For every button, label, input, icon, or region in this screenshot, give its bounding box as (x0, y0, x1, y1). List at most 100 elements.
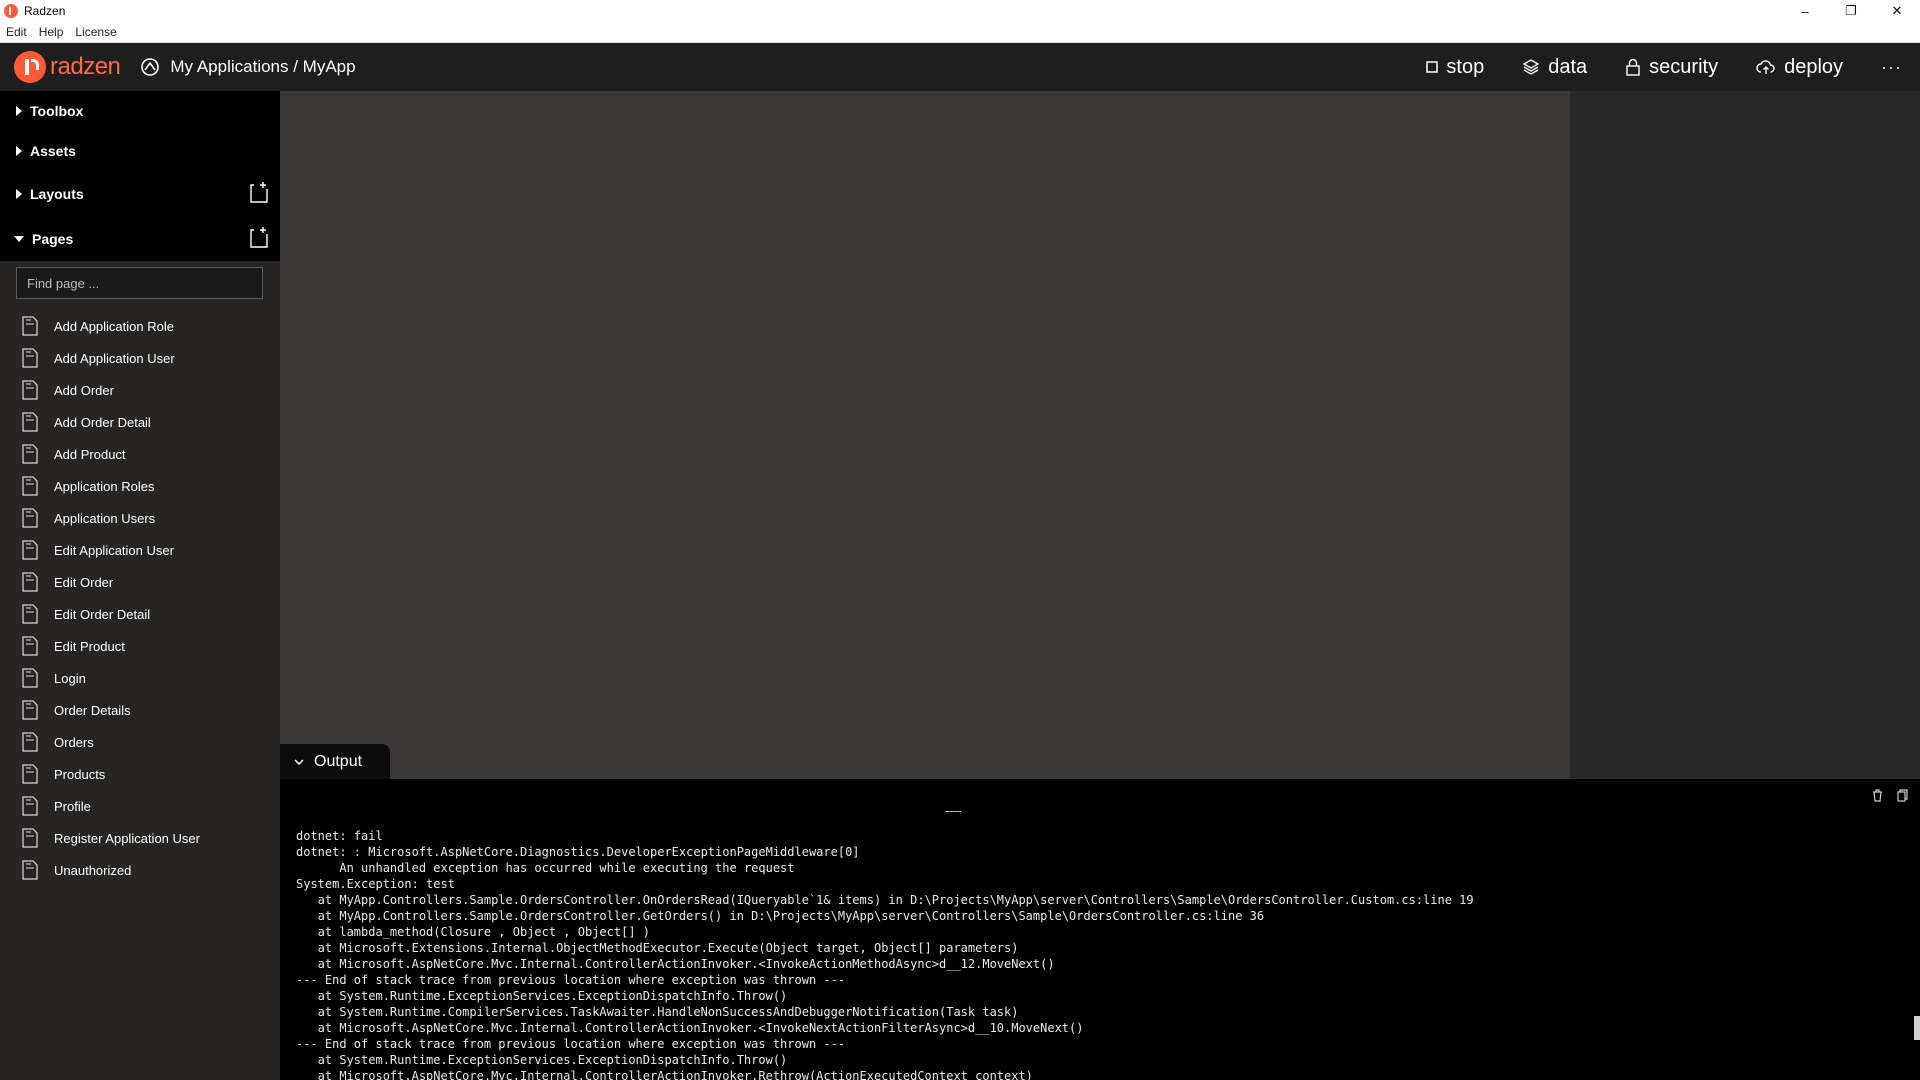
page-list-item[interactable]: Edit Application User (0, 534, 280, 566)
assets-label: Assets (30, 143, 76, 159)
page-list-item-label: Login (54, 670, 86, 686)
close-button[interactable]: ✕ (1874, 0, 1920, 22)
log-line: at Microsoft.Extensions.Internal.ObjectM… (296, 941, 1019, 955)
page-list-item[interactable]: Orders (0, 726, 280, 758)
layouts-label: Layouts (30, 186, 84, 202)
data-button[interactable]: data (1522, 56, 1587, 79)
stop-icon (1426, 61, 1439, 73)
log-line: --- End of stack trace from previous loc… (296, 973, 846, 987)
page-document-icon (22, 860, 38, 880)
header-actions: stop data security deploy ··· (1388, 43, 1902, 91)
page-list-item-label: Add Application Role (54, 318, 174, 334)
output-scrollbar[interactable] (1914, 1016, 1920, 1040)
design-canvas[interactable] (280, 91, 1570, 779)
caret-right-icon (16, 146, 22, 156)
breadcrumb-text: My Applications / MyApp (170, 57, 356, 76)
page-document-icon (22, 316, 38, 336)
lock-icon (1626, 58, 1640, 76)
properties-panel (1570, 91, 1920, 779)
page-list-item-label: Application Roles (54, 478, 155, 494)
page-document-icon (22, 572, 38, 592)
page-list-item[interactable]: Order Details (0, 694, 280, 726)
page-list-item-label: Profile (54, 798, 91, 814)
page-document-icon (22, 764, 38, 784)
menu-license[interactable]: License (75, 25, 116, 39)
logo-text: radzen (50, 53, 121, 80)
log-line: at Microsoft.AspNetCore.Mvc.Internal.Con… (296, 1021, 1084, 1035)
deploy-button[interactable]: deploy (1756, 56, 1843, 79)
page-list-item[interactable]: Edit Product (0, 630, 280, 662)
cloud-upload-icon (1756, 60, 1775, 74)
output-tab-label: Output (314, 753, 363, 770)
page-document-icon (22, 636, 38, 656)
page-document-icon (22, 348, 38, 368)
page-document-icon (22, 732, 38, 752)
page-document-icon (22, 604, 38, 624)
log-line: at Microsoft.AspNetCore.Mvc.Internal.Con… (296, 1069, 1033, 1080)
page-list-item[interactable]: Products (0, 758, 280, 790)
more-options-button[interactable]: ··· (1881, 57, 1902, 78)
toolbox-label: Toolbox (30, 103, 84, 119)
page-document-icon (22, 796, 38, 816)
page-list-item[interactable]: Add Order (0, 374, 280, 406)
log-line: at MyApp.Controllers.Sample.OrdersContro… (296, 909, 1265, 923)
add-layout-icon[interactable] (250, 181, 268, 203)
menu-help[interactable]: Help (39, 25, 64, 39)
security-button[interactable]: security (1625, 56, 1718, 79)
output-panel: dotnet: fail dotnet: : Microsoft.AspNetCo… (280, 779, 1920, 1080)
copy-icon[interactable] (1897, 789, 1908, 807)
sidebar-section-layouts[interactable]: Layouts (0, 179, 280, 209)
sidebar-section-toolbox[interactable]: Toolbox (0, 96, 280, 126)
menu-bar: Edit Help License (0, 22, 1920, 43)
page-list-item[interactable]: Login (0, 662, 280, 694)
resize-handle[interactable] (945, 811, 961, 812)
stop-button[interactable]: stop (1426, 56, 1484, 79)
breadcrumb[interactable]: My Applications / MyApp (140, 57, 356, 77)
trash-icon[interactable] (1872, 789, 1883, 807)
page-list-item[interactable]: Unauthorized (0, 854, 280, 886)
pages-label: Pages (32, 231, 74, 247)
log-line: at MyApp.Controllers.Sample.OrdersContro… (296, 893, 1474, 907)
chevron-down-icon (294, 759, 304, 766)
page-list-item[interactable]: Add Order Detail (0, 406, 280, 438)
sidebar-section-pages[interactable]: Pages (0, 224, 280, 254)
page-list-item[interactable]: Add Application User (0, 342, 280, 374)
find-page-input[interactable] (16, 267, 263, 299)
output-tab[interactable]: Output (280, 744, 390, 780)
page-list-item-label: Edit Order Detail (54, 606, 151, 622)
log-line: dotnet: fail (296, 829, 383, 843)
page-list-item[interactable]: Edit Order Detail (0, 598, 280, 630)
radzen-logo[interactable]: radzen (14, 51, 121, 83)
page-document-icon (22, 476, 38, 496)
page-list-item[interactable]: Add Application Role (0, 310, 280, 342)
log-line: --- End of stack trace from previous loc… (296, 1037, 846, 1051)
page-list-item-label: Edit Order (54, 574, 114, 590)
page-list-item-label: Add Product (54, 446, 126, 462)
page-list-item[interactable]: Add Product (0, 438, 280, 470)
layers-icon (1522, 59, 1540, 75)
security-label: security (1649, 55, 1719, 78)
page-list-item-label: Application Users (54, 510, 156, 526)
page-list-item[interactable]: Edit Order (0, 566, 280, 598)
page-list-item[interactable]: Register Application User (0, 822, 280, 854)
minimize-button[interactable]: – (1782, 0, 1828, 22)
page-list-item[interactable]: Application Roles (0, 470, 280, 502)
page-list-item[interactable]: Profile (0, 790, 280, 822)
caret-right-icon (16, 189, 22, 199)
page-list-item[interactable]: Application Users (0, 502, 280, 534)
caret-down-icon (14, 236, 24, 242)
sidebar: Toolbox Assets Layouts Pages Add Applica… (0, 91, 280, 1080)
add-page-icon[interactable] (250, 226, 268, 248)
deploy-label: deploy (1784, 55, 1844, 78)
page-list-item-label: Add Application User (54, 350, 175, 366)
restore-button[interactable]: ❐ (1828, 0, 1874, 22)
sidebar-section-assets[interactable]: Assets (0, 136, 280, 166)
app-header: radzen My Applications / MyApp stop data… (0, 43, 1920, 91)
window-controls: – ❐ ✕ (1782, 0, 1920, 22)
menu-edit[interactable]: Edit (6, 25, 27, 39)
page-list-item-label: Orders (54, 734, 94, 750)
page-document-icon (22, 700, 38, 720)
log-line: at System.Runtime.ExceptionServices.Exce… (296, 1053, 788, 1067)
stop-label: stop (1446, 55, 1485, 78)
page-list: Add Application Role Add Application User… (0, 310, 280, 886)
